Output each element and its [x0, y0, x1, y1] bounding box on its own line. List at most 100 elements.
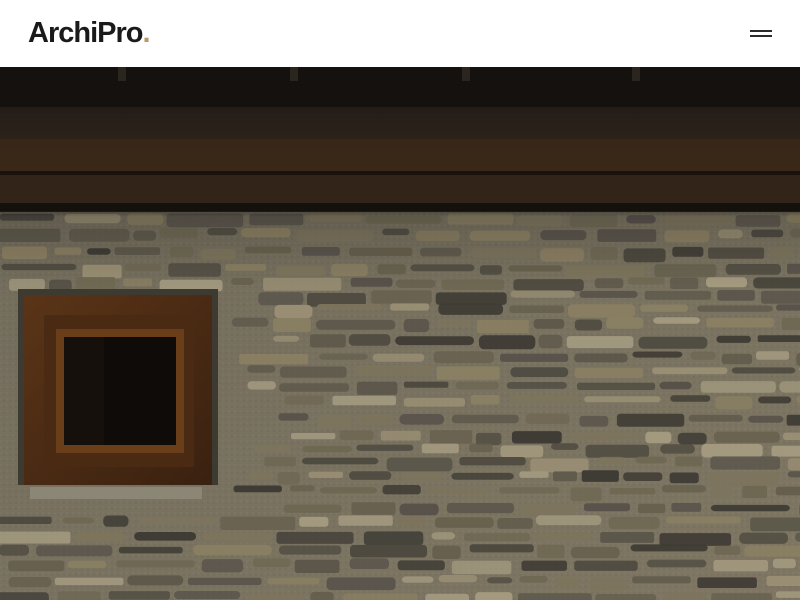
- stone: [688, 414, 743, 422]
- stone: [469, 544, 534, 553]
- stone: [748, 415, 784, 423]
- archipro-logo[interactable]: ArchiPro.: [28, 15, 151, 51]
- stone: [201, 559, 244, 573]
- stone: [714, 545, 741, 555]
- stone: [139, 517, 218, 525]
- stone: [349, 558, 389, 569]
- stone: [717, 290, 755, 301]
- stone: [438, 575, 478, 583]
- stone: [535, 515, 602, 526]
- stone: [134, 532, 197, 541]
- stone: [585, 444, 650, 458]
- stone: [574, 353, 628, 363]
- stone: [666, 516, 741, 524]
- stone: [721, 353, 753, 365]
- stone: [600, 532, 655, 543]
- stone: [538, 334, 563, 349]
- stone: [511, 431, 562, 444]
- stone: [284, 395, 325, 405]
- stone: [435, 517, 494, 528]
- stone: [273, 335, 300, 342]
- stone: [363, 531, 424, 546]
- stone: [350, 545, 428, 558]
- stone: [308, 471, 343, 478]
- stone: [283, 504, 342, 513]
- stone: [455, 381, 499, 390]
- stone: [716, 335, 751, 343]
- hamburger-menu-icon: [750, 30, 772, 32]
- stone: [267, 577, 320, 585]
- stone: [775, 486, 800, 496]
- stone: [421, 443, 459, 454]
- stone: [73, 532, 125, 542]
- stone: [397, 560, 445, 571]
- stone: [500, 353, 569, 362]
- stone: [332, 395, 396, 406]
- stone: [273, 318, 311, 332]
- stone: [349, 471, 392, 480]
- hero-image: [0, 67, 800, 600]
- stone: [537, 544, 565, 559]
- stone: [581, 470, 619, 482]
- stone: [506, 382, 567, 389]
- stone: [758, 396, 792, 404]
- stone: [566, 336, 634, 349]
- stone: [710, 486, 733, 498]
- stone: [356, 444, 414, 451]
- stone: [431, 532, 456, 540]
- stone: [771, 445, 800, 457]
- stone: [249, 472, 274, 480]
- stone: [519, 576, 548, 583]
- stone: [8, 577, 52, 588]
- stone: [635, 456, 667, 464]
- stone: [430, 430, 473, 444]
- stone: [701, 443, 763, 458]
- stone: [739, 532, 788, 544]
- stone: [319, 487, 377, 494]
- site-header: ArchiPro.: [0, 0, 800, 67]
- stone: [355, 365, 432, 377]
- stone: [697, 577, 757, 588]
- stone: [433, 351, 494, 364]
- stone: [630, 544, 708, 552]
- stone: [372, 353, 425, 362]
- stone: [371, 290, 432, 304]
- stone: [715, 396, 753, 410]
- stone: [432, 545, 461, 559]
- stone: [62, 517, 94, 524]
- stone: [258, 292, 304, 306]
- stone: [451, 414, 519, 424]
- stone: [788, 458, 800, 471]
- stone: [510, 367, 569, 377]
- stone: [402, 472, 442, 483]
- stone: [579, 415, 609, 427]
- stone: [570, 487, 602, 502]
- stone: [451, 472, 514, 480]
- stone: [380, 430, 421, 441]
- stone: [254, 445, 292, 453]
- stone: [787, 471, 800, 478]
- stone: [632, 576, 691, 584]
- stone: [399, 503, 439, 516]
- hamburger-menu-icon-bar: [750, 35, 772, 37]
- stone: [706, 317, 774, 328]
- stone: [583, 503, 631, 512]
- stone: [779, 381, 800, 393]
- stone: [425, 593, 469, 600]
- stone: [459, 457, 526, 466]
- stone: [700, 381, 776, 393]
- stone: [294, 559, 340, 573]
- stone: [535, 532, 592, 540]
- stone: [509, 395, 579, 402]
- stone: [317, 414, 352, 429]
- stone: [570, 546, 620, 559]
- stone: [326, 577, 396, 591]
- stone: [36, 545, 113, 557]
- stone: [574, 367, 643, 379]
- menu-button[interactable]: [750, 22, 772, 44]
- stone: [338, 515, 393, 526]
- stone: [500, 445, 544, 458]
- stone: [220, 516, 296, 530]
- stone: [677, 432, 707, 445]
- stone: [108, 591, 170, 600]
